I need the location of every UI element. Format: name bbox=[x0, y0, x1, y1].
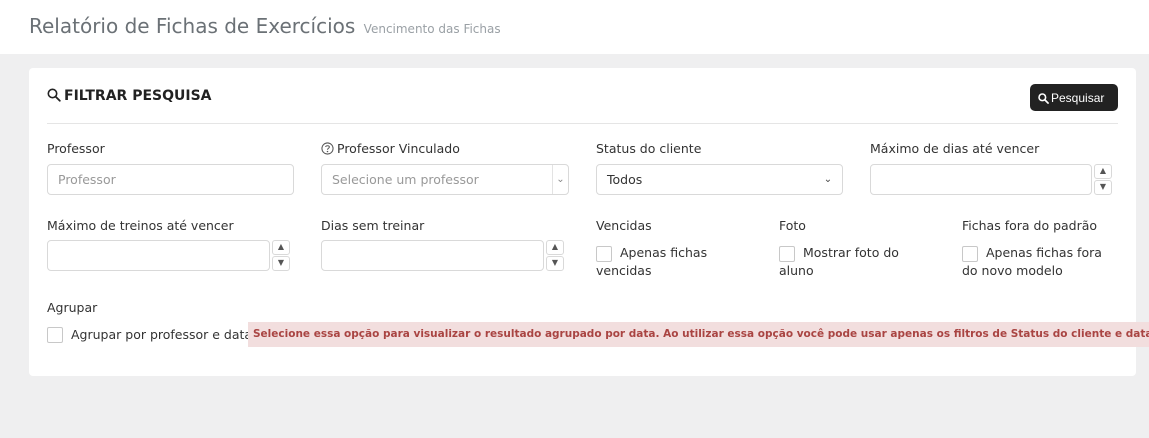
chevron-down-icon: ⌄ bbox=[823, 174, 833, 185]
filter-title-text: FILTRAR PESQUISA bbox=[64, 88, 212, 104]
max-dias-stepper[interactable]: ▲ ▼ bbox=[1094, 164, 1112, 195]
page-title: Relatório de Fichas de Exercícios Vencim… bbox=[29, 14, 501, 38]
stepper-down-icon[interactable]: ▼ bbox=[272, 256, 290, 271]
max-treinos-label: Máximo de treinos até vencer bbox=[47, 218, 234, 233]
professor-vinculado-placeholder: Selecione um professor bbox=[332, 172, 479, 187]
stepper-down-icon[interactable]: ▼ bbox=[546, 256, 564, 271]
foto-label: Foto bbox=[779, 218, 806, 233]
agrupar-label: Agrupar bbox=[47, 300, 98, 315]
max-dias-label: Máximo de dias até vencer bbox=[870, 141, 1040, 156]
foto-option-line1: Mostrar foto do bbox=[803, 245, 899, 260]
divider bbox=[47, 123, 1118, 124]
professor-label: Professor bbox=[47, 141, 105, 156]
stepper-up-icon[interactable]: ▲ bbox=[1094, 164, 1112, 179]
dias-sem-treinar-input[interactable] bbox=[321, 240, 544, 271]
max-dias-input[interactable] bbox=[870, 164, 1092, 195]
search-button[interactable]: Pesquisar bbox=[1030, 84, 1118, 111]
dias-sem-treinar-stepper[interactable]: ▲ ▼ bbox=[546, 240, 564, 271]
filter-panel: FILTRAR PESQUISA Pesquisar Professor Pro… bbox=[29, 68, 1149, 376]
search-icon bbox=[1038, 92, 1049, 104]
status-cliente-select[interactable]: Todos ⌄ bbox=[596, 164, 843, 195]
chevron-down-icon: ⌄ bbox=[552, 165, 568, 194]
stepper-down-icon[interactable]: ▼ bbox=[1094, 180, 1112, 195]
dias-sem-treinar-label: Dias sem treinar bbox=[321, 218, 425, 233]
professor-vinculado-label: Professor Vinculado bbox=[321, 141, 460, 156]
stepper-up-icon[interactable]: ▲ bbox=[272, 240, 290, 255]
agrupar-option-text: Agrupar por professor e data. bbox=[71, 327, 257, 342]
stepper-up-icon[interactable]: ▲ bbox=[546, 240, 564, 255]
agrupar-alert: Selecione essa opção para visualizar o r… bbox=[248, 322, 1149, 347]
page-header: Relatório de Fichas de Exercícios Vencim… bbox=[0, 0, 1149, 54]
fora-padrao-label: Fichas fora do padrão bbox=[962, 218, 1098, 233]
question-circle-icon[interactable] bbox=[321, 142, 334, 155]
search-icon bbox=[47, 88, 61, 102]
status-cliente-value: Todos bbox=[607, 172, 643, 187]
max-treinos-stepper[interactable]: ▲ ▼ bbox=[272, 240, 290, 271]
page-title-text: Relatório de Fichas de Exercícios bbox=[29, 14, 356, 38]
vencidas-label: Vencidas bbox=[596, 218, 652, 233]
vencidas-checkbox[interactable] bbox=[596, 246, 612, 262]
vencidas-option-line1: Apenas fichas bbox=[620, 245, 708, 260]
fora-padrao-option-line1: Apenas fichas fora bbox=[986, 245, 1102, 260]
fora-padrao-checkbox[interactable] bbox=[962, 246, 978, 262]
professor-input[interactable]: Professor bbox=[47, 164, 294, 195]
professor-vinculado-label-text: Professor Vinculado bbox=[337, 141, 460, 156]
filter-panel-title: FILTRAR PESQUISA bbox=[47, 88, 212, 104]
max-treinos-input[interactable] bbox=[47, 240, 270, 271]
foto-option-line2: aluno bbox=[779, 263, 814, 278]
page-subtitle: Vencimento das Fichas bbox=[363, 22, 501, 36]
vencidas-option-line2: vencidas bbox=[596, 263, 652, 278]
status-cliente-label: Status do cliente bbox=[596, 141, 702, 156]
foto-checkbox[interactable] bbox=[779, 246, 795, 262]
professor-vinculado-select[interactable]: Selecione um professor ⌄ bbox=[321, 164, 569, 195]
search-button-label: Pesquisar bbox=[1051, 90, 1105, 105]
agrupar-checkbox[interactable] bbox=[47, 327, 63, 343]
fora-padrao-option-line2: do novo modelo bbox=[962, 263, 1063, 278]
